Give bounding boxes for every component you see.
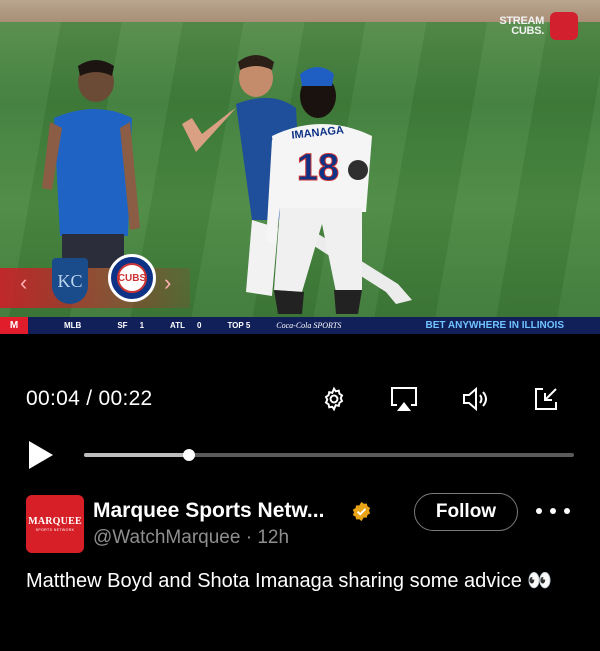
team1-abbr: SF [117, 321, 128, 330]
progress-scrubber[interactable] [183, 449, 196, 461]
video-player[interactable]: STREAM CUBS. IMANAGA 18 ‹ KC CUBS › M ML… [0, 0, 600, 341]
follow-button[interactable]: Follow [414, 493, 518, 531]
league-label: MLB [64, 321, 82, 330]
cubs-logo: CUBS [108, 254, 156, 302]
jersey-number: 18 [297, 147, 339, 189]
volume-icon[interactable] [459, 383, 491, 415]
promo-label: BET ANYWHERE IN ILLINOIS [425, 320, 564, 331]
avatar-logo-text: MARQUEE [28, 516, 82, 527]
stream-line2: CUBS. [511, 25, 544, 37]
play-icon [29, 441, 53, 469]
account-handle[interactable]: @WatchMarquee [93, 527, 240, 548]
team2-score: 0 [196, 321, 202, 330]
current-time: 00:04 [26, 387, 81, 410]
airplay-icon[interactable] [388, 383, 420, 415]
player-blue-shirt [42, 60, 140, 268]
team-matchup-graphic: ‹ KC CUBS › [0, 242, 190, 312]
play-button[interactable] [26, 439, 56, 471]
avatar[interactable]: MARQUEE SPORTS NETWORK [26, 495, 84, 553]
progress-fill [84, 453, 190, 457]
progress-bar[interactable] [84, 449, 574, 461]
chevron-left-icon: ‹ [20, 270, 28, 295]
account-handle-line: @WatchMarquee · 12h [93, 527, 290, 548]
sponsor-label: Coca-Cola SPORTS [276, 321, 342, 330]
network-logo: M [0, 317, 28, 334]
account-display-name[interactable]: Marquee Sports Netw... [93, 499, 324, 523]
post-caption: Matthew Boyd and Shota Imanaga sharing s… [26, 570, 553, 592]
player-imanaga: IMANAGA 18 [182, 55, 412, 314]
exit-fullscreen-icon[interactable] [530, 383, 562, 415]
duration: 00:22 [98, 387, 153, 410]
marquee-logo-icon [550, 12, 578, 40]
royals-logo: KC [52, 258, 88, 304]
team1-score: 1 [139, 321, 145, 330]
team2-abbr: ATL [170, 321, 185, 330]
settings-icon[interactable] [318, 383, 350, 415]
verified-badge-icon [352, 501, 371, 522]
inning-label: TOP 5 [227, 321, 251, 330]
post-age: 12h [257, 527, 290, 548]
avatar-logo-subtext: SPORTS NETWORK [35, 528, 75, 532]
score-bar: M MLB SF 1 ATL 0 TOP 5 Coca-Cola SPORTS … [0, 317, 600, 334]
more-options-icon[interactable] [536, 498, 570, 524]
chevron-right-icon: › [164, 270, 172, 295]
stream-cubs-badge: STREAM CUBS. [499, 12, 578, 40]
time-display: 00:04 / 00:22 [26, 387, 153, 410]
